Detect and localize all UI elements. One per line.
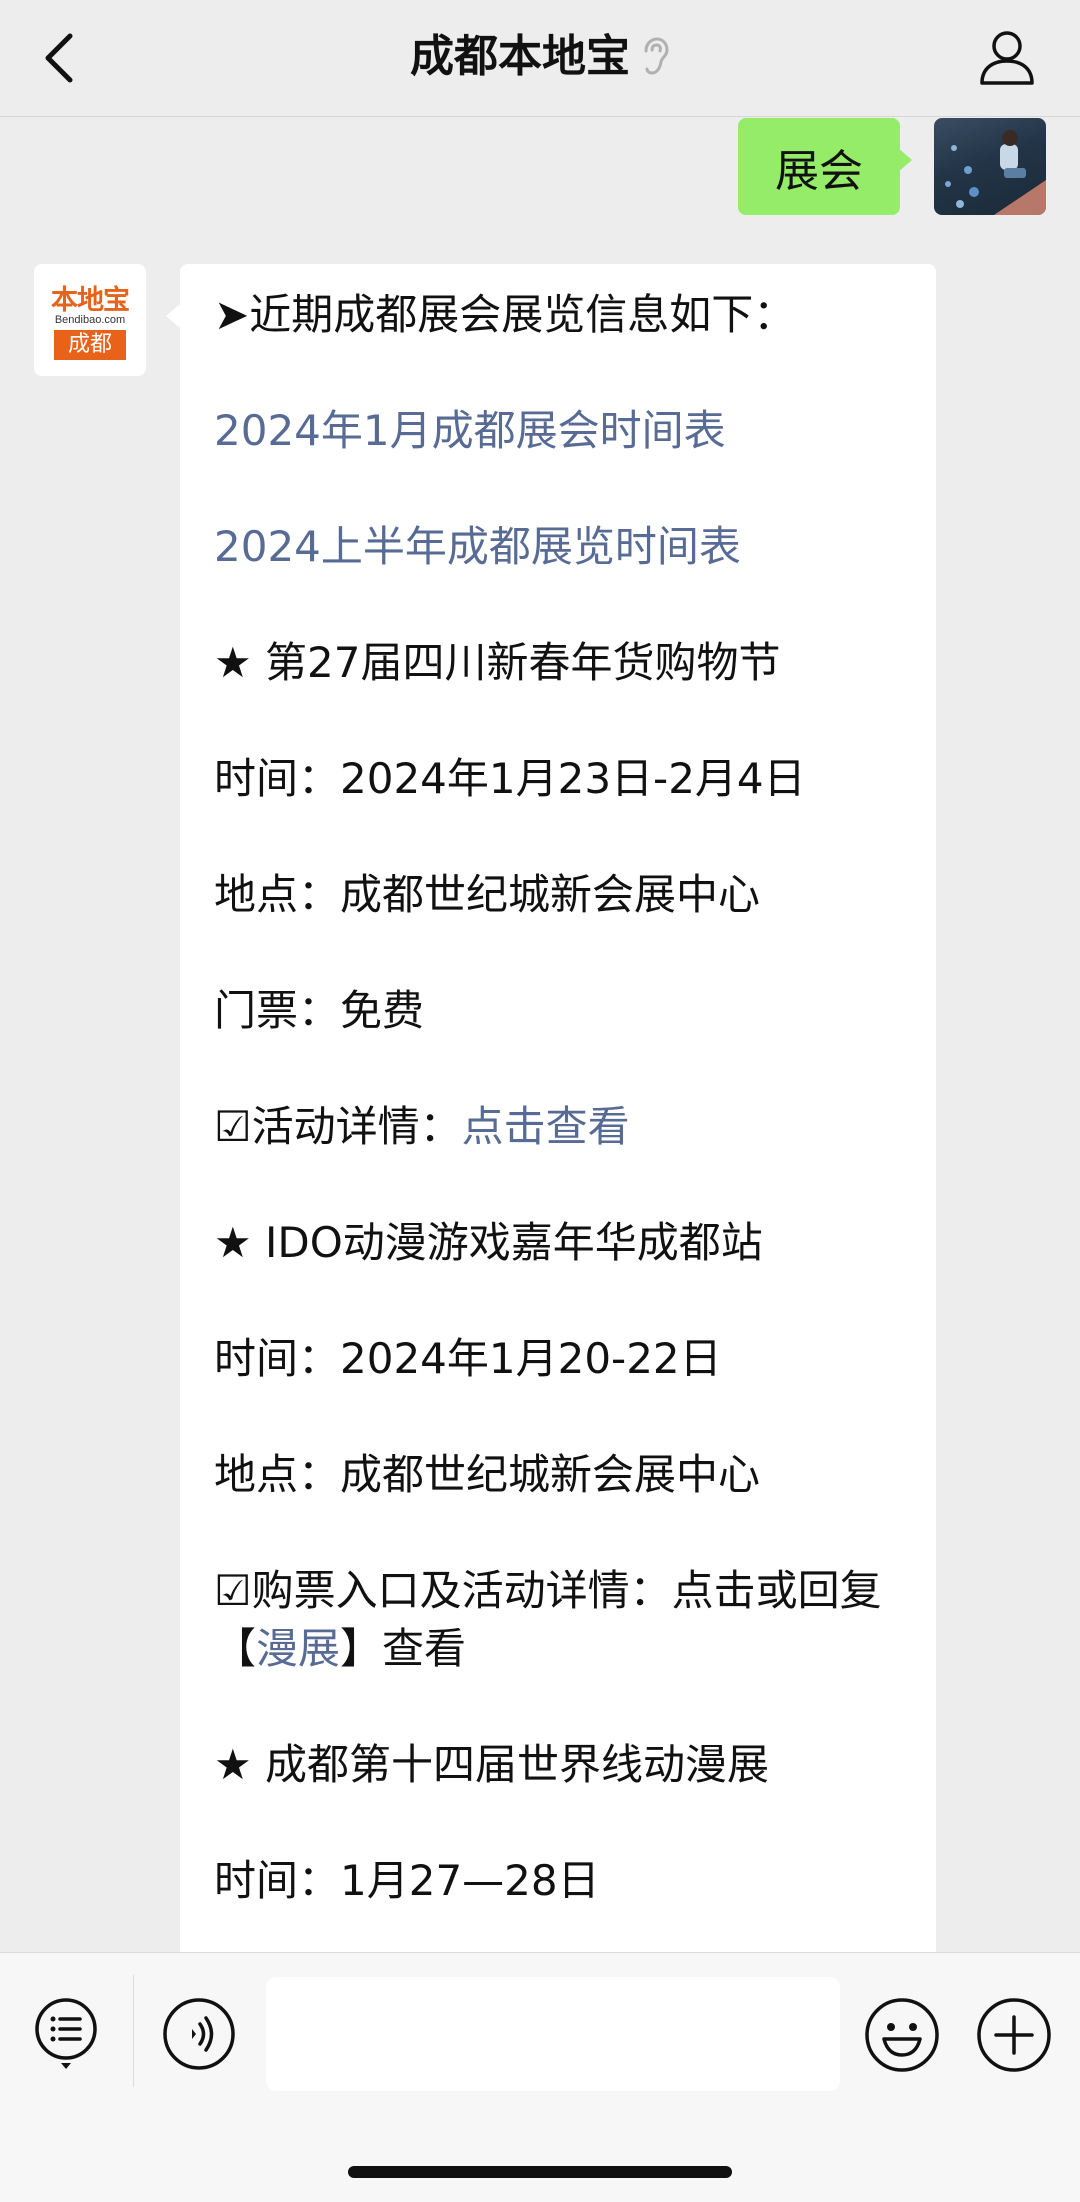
chat-header: 成都本地宝 xyxy=(0,0,1080,117)
ear-icon xyxy=(644,37,669,75)
official-account-avatar[interactable]: 本地宝 Bendibao.com 成都 xyxy=(34,264,146,376)
message-input[interactable] xyxy=(266,1977,840,2091)
voice-icon[interactable] xyxy=(162,1997,236,2071)
event1-details-label: ☑活动详情： xyxy=(214,1102,462,1151)
event1-details-link[interactable]: 点击查看 xyxy=(462,1102,630,1151)
plus-icon[interactable] xyxy=(976,1997,1052,2073)
event2-title: ★ IDO动漫游戏嘉年华成都站 xyxy=(214,1218,763,1267)
user-avatar-image xyxy=(945,130,1046,215)
sent-message-bubble[interactable]: 展会 xyxy=(738,118,912,215)
person-icon[interactable] xyxy=(978,28,1036,86)
schedule-link-half-year[interactable]: 2024上半年成都展览时间表 xyxy=(214,522,741,571)
input-bar-divider xyxy=(133,1975,134,2087)
event2-ticket-link[interactable]: 漫展 xyxy=(256,1624,340,1673)
avatar-logo-city: 成都 xyxy=(54,330,126,360)
avatar-logo-text: 本地宝 xyxy=(51,285,130,316)
schedule-link-jan[interactable]: 2024年1月成都展会时间表 xyxy=(214,406,726,455)
list-menu-icon[interactable] xyxy=(34,1997,98,2073)
chat-title: 成都本地宝 xyxy=(0,28,1080,86)
event1-ticket: 门票：免费 xyxy=(214,986,425,1035)
event1-title: ★ 第27届四川新春年货购物节 xyxy=(214,638,781,687)
intro-line: ➤近期成都展会展览信息如下： xyxy=(214,290,796,339)
event2-ticket-suffix: 】查看 xyxy=(340,1624,467,1673)
event1-time: 时间：2024年1月23日-2月4日 xyxy=(214,754,806,803)
chat-input-bar xyxy=(0,1952,1080,2202)
chat-title-text: 成都本地宝 xyxy=(410,31,630,82)
message-body: ➤近期成都展会展览信息如下： 2024年1月成都展会时间表 2024上半年成都展… xyxy=(214,286,914,1968)
received-message-bubble[interactable]: ➤近期成都展会展览信息如下： 2024年1月成都展会时间表 2024上半年成都展… xyxy=(166,264,936,1964)
event3-time: 时间：1月27—28日 xyxy=(214,1856,600,1905)
sent-message-text: 展会 xyxy=(775,145,863,197)
event1-place: 地点：成都世纪城新会展中心 xyxy=(214,870,761,919)
user-avatar[interactable] xyxy=(934,118,1046,215)
event2-place: 地点：成都世纪城新会展中心 xyxy=(214,1450,761,1499)
avatar-logo-domain: Bendibao.com xyxy=(54,314,126,326)
event3-title: ★ 成都第十四届世界线动漫展 xyxy=(214,1740,770,1789)
event2-time: 时间：2024年1月20-22日 xyxy=(214,1334,722,1383)
smiley-icon[interactable] xyxy=(864,1997,940,2073)
home-indicator[interactable] xyxy=(348,2166,732,2178)
